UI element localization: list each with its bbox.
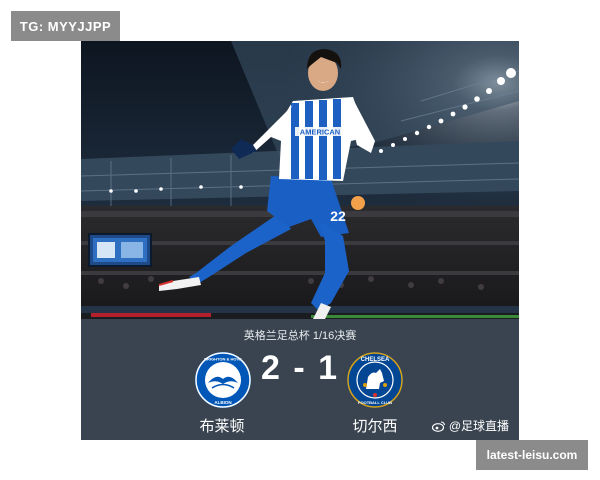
svg-text:CHELSEA: CHELSEA (361, 357, 390, 363)
source-text: @足球直播 (448, 419, 509, 433)
weibo-icon (431, 420, 445, 432)
score-panel: 英格兰足总杯 1/16决赛 BRIGHTON & HOVE ALBION 2 -… (81, 319, 519, 440)
svg-text:FOOTBALL CLUB: FOOTBALL CLUB (358, 400, 392, 405)
svg-text:ALBION: ALBION (214, 400, 231, 405)
brighton-badge-icon: BRIGHTON & HOVE ALBION (195, 352, 251, 408)
match-score: 2 - 1 (260, 349, 340, 387)
watermark-tag-top: TG: MYYJJPP (11, 11, 120, 41)
source-label: @足球直播 (431, 417, 509, 434)
jersey-sponsor: AMERICAN (300, 128, 340, 137)
away-team-name: 切尔西 (352, 418, 398, 435)
match-card: AMERICAN 22 英格兰足总杯 1/16决赛 BRIGHTON & HOV… (81, 41, 519, 440)
watermark-tag-bottom: latest-leisu.com (476, 440, 588, 470)
match-photo: AMERICAN 22 (81, 41, 519, 319)
chelsea-badge-icon: CHELSEA FOOTBALL CLUB (347, 352, 403, 408)
svg-text:BRIGHTON & HOVE: BRIGHTON & HOVE (204, 357, 242, 362)
competition-label: 英格兰足总杯 1/16决赛 (243, 330, 357, 342)
shirt-number: 22 (330, 208, 346, 224)
home-team-name: 布莱顿 (199, 418, 245, 435)
